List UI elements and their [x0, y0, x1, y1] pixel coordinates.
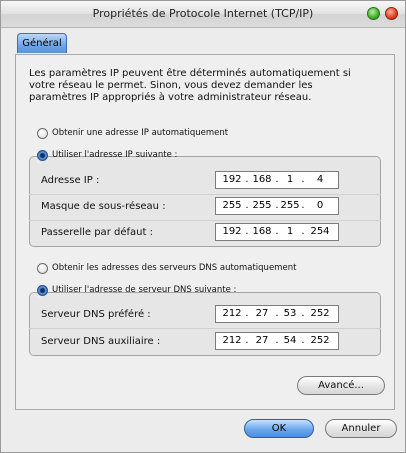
- tab-bar: Général: [1, 28, 405, 54]
- octet: 53: [283, 308, 297, 319]
- octet-separator: .: [301, 335, 305, 346]
- octet-separator: .: [301, 226, 305, 237]
- octet: 168: [252, 174, 272, 185]
- dns-manual-radio[interactable]: [37, 285, 48, 296]
- dns-manual-label: Utiliser l'adresse de serveur DNS suivan…: [52, 285, 237, 295]
- preferred-dns-field[interactable]: 212 . 27 . 53 . 252: [215, 305, 339, 323]
- octet: 252: [310, 308, 330, 319]
- octet: 4: [316, 174, 324, 185]
- ip-auto-radio[interactable]: [37, 128, 48, 139]
- default-gateway-field[interactable]: 192 . 168 . 1 . 254: [215, 223, 339, 241]
- octet: 212: [222, 308, 242, 319]
- subnet-mask-field[interactable]: 255 . 255 . 255 . 0: [215, 197, 339, 215]
- dns-auto-label: Obtenir les adresses des serveurs DNS au…: [52, 263, 297, 273]
- alternate-dns-field[interactable]: 212 . 27 . 54 . 252: [215, 332, 339, 350]
- advanced-button[interactable]: Avancé...: [297, 376, 385, 395]
- ip-address-label: Adresse IP :: [41, 175, 100, 186]
- window-footer: [1, 442, 405, 452]
- octet: 254: [310, 226, 330, 237]
- alternate-dns-label: Serveur DNS auxiliaire :: [41, 336, 161, 347]
- cancel-button[interactable]: Annuler: [325, 419, 397, 438]
- divider: [29, 328, 381, 329]
- zoom-icon[interactable]: [367, 7, 380, 20]
- default-gateway-label: Passerelle par défaut :: [41, 227, 153, 238]
- divider: [29, 220, 381, 221]
- tcpip-properties-dialog: Propriétés de Protocole Internet (TCP/IP…: [0, 0, 406, 453]
- octet-separator: .: [301, 308, 305, 319]
- subnet-mask-label: Masque de sous-réseau :: [41, 201, 166, 212]
- octet: 1: [286, 174, 294, 185]
- tab-general[interactable]: Général: [17, 33, 67, 53]
- divider: [29, 194, 381, 195]
- close-icon[interactable]: [385, 7, 398, 20]
- title-bar[interactable]: Propriétés de Protocole Internet (TCP/IP…: [1, 1, 405, 28]
- octet: 255: [252, 200, 272, 211]
- octet: 27: [255, 335, 269, 346]
- ok-button[interactable]: OK: [244, 419, 314, 438]
- octet: 212: [222, 335, 242, 346]
- octet-separator: .: [301, 200, 305, 211]
- octet-separator: .: [301, 174, 305, 185]
- ip-manual-option[interactable]: Utiliser l'adresse IP suivante :: [37, 149, 177, 163]
- octet: 252: [310, 335, 330, 346]
- preferred-dns-label: Serveur DNS préféré :: [41, 309, 151, 320]
- dns-auto-radio[interactable]: [37, 263, 48, 274]
- octet: 255: [280, 200, 300, 211]
- ip-manual-label: Utiliser l'adresse IP suivante :: [52, 150, 178, 160]
- ip-manual-radio[interactable]: [37, 150, 48, 161]
- window-title: Propriétés de Protocole Internet (TCP/IP…: [92, 7, 314, 20]
- octet: 1: [286, 226, 294, 237]
- octet: 192: [222, 226, 242, 237]
- octet: 168: [252, 226, 272, 237]
- octet: 0: [316, 200, 324, 211]
- octet: 54: [283, 335, 297, 346]
- dns-manual-option[interactable]: Utiliser l'adresse de serveur DNS suivan…: [37, 284, 236, 298]
- octet: 255: [222, 200, 242, 211]
- octet: 192: [222, 174, 242, 185]
- ip-auto-label: Obtenir une adresse IP automatiquement: [52, 128, 229, 138]
- intro-text: Les paramètres IP peuvent être déterminé…: [29, 68, 351, 103]
- ip-address-field[interactable]: 192 . 168 . 1 . 4: [215, 171, 339, 189]
- octet: 27: [255, 308, 269, 319]
